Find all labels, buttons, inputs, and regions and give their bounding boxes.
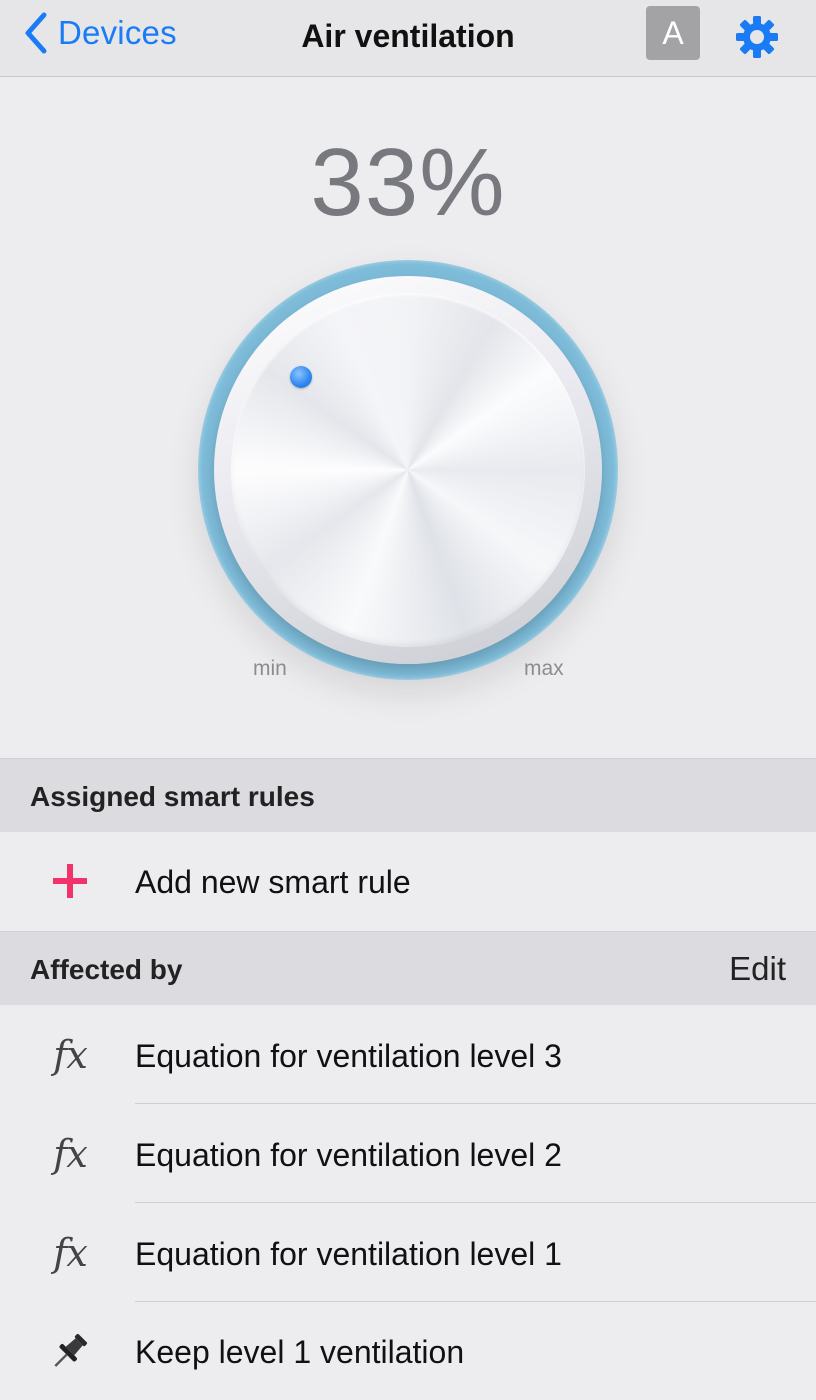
list-item-label: Equation for ventilation level 3	[135, 1038, 562, 1074]
chevron-left-icon	[25, 12, 47, 54]
smart-rules-header-title: Assigned smart rules	[30, 781, 315, 812]
list-item-label: Equation for ventilation level 2	[135, 1137, 562, 1173]
edit-button[interactable]: Edit	[729, 950, 786, 988]
knob-min-label: min	[253, 657, 287, 680]
level-percentage: 33%	[310, 129, 506, 236]
gear-icon[interactable]	[734, 14, 780, 60]
list-item[interactable]: Keep level 1 ventilation	[0, 1302, 816, 1400]
list-item[interactable]: fx Equation for ventilation level 1	[0, 1204, 816, 1302]
list-item-label: Keep level 1 ventilation	[135, 1334, 465, 1370]
add-smart-rule-row[interactable]: Add new smart rule	[0, 832, 816, 930]
function-icon: fx	[40, 1226, 100, 1280]
ventilation-level-knob[interactable]	[198, 260, 618, 680]
navigation-bar: Devices Air ventilation A	[0, 0, 816, 77]
affected-by-section-header: Affected by Edit	[0, 931, 816, 1005]
back-button-label: Devices	[58, 14, 177, 51]
back-button[interactable]: Devices	[22, 10, 177, 56]
plus-icon	[40, 854, 100, 908]
knob-face	[231, 293, 585, 647]
row-divider	[135, 1103, 816, 1104]
auto-mode-button[interactable]: A	[646, 6, 700, 60]
knob-max-label: max	[524, 657, 564, 680]
list-item-label: Equation for ventilation level 1	[135, 1236, 562, 1272]
list-item[interactable]: fx Equation for ventilation level 3	[0, 1006, 816, 1104]
smart-rules-section-header: Assigned smart rules	[0, 758, 816, 832]
function-icon-glyph: fx	[53, 1033, 87, 1077]
function-icon-glyph: fx	[53, 1231, 87, 1275]
pin-icon	[40, 1324, 100, 1378]
add-smart-rule-label: Add new smart rule	[135, 864, 411, 900]
list-item[interactable]: fx Equation for ventilation level 2	[0, 1105, 816, 1203]
knob-indicator-dot	[290, 366, 312, 388]
function-icon: fx	[40, 1127, 100, 1181]
affected-by-header-title: Affected by	[30, 954, 183, 985]
function-icon-glyph: fx	[53, 1132, 87, 1176]
row-divider	[135, 1202, 816, 1203]
function-icon: fx	[40, 1028, 100, 1082]
